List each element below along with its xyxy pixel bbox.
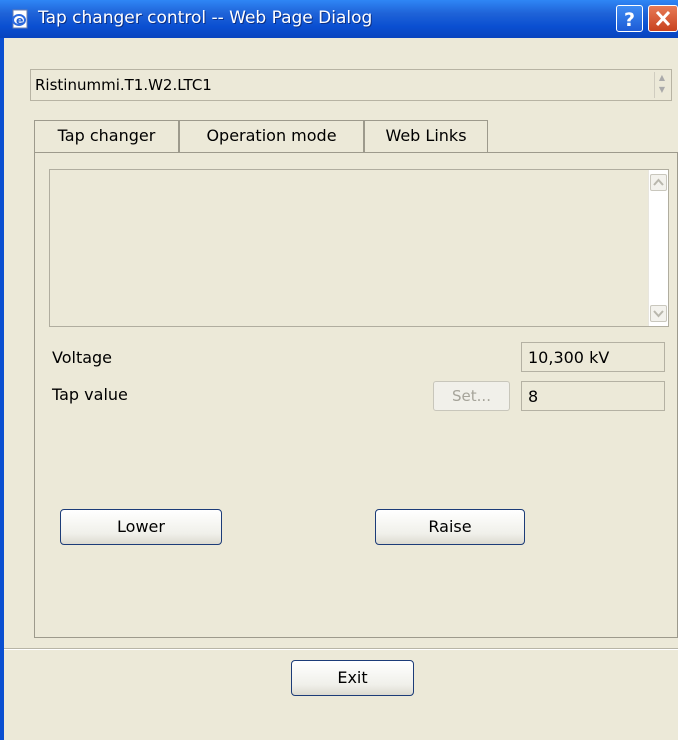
window-title: Tap changer control -- Web Page Dialog	[38, 8, 373, 28]
ie-page-icon: e	[12, 9, 28, 29]
tab-tap-changer[interactable]: Tap changer	[34, 120, 179, 154]
tap-value-field[interactable]: 8	[521, 381, 665, 411]
svg-text:e: e	[16, 14, 23, 27]
raise-button[interactable]: Raise	[375, 509, 525, 545]
svg-text:?: ?	[624, 9, 635, 31]
scroll-up-button[interactable]	[650, 174, 667, 191]
title-bar[interactable]: e Tap changer control -- Web Page Dialog…	[0, 0, 678, 38]
close-button[interactable]	[648, 5, 678, 32]
scroll-down-button[interactable]	[650, 305, 667, 322]
dialog-window: e Tap changer control -- Web Page Dialog…	[0, 0, 678, 740]
tab-operation-mode[interactable]: Operation mode	[179, 120, 364, 152]
exit-button[interactable]: Exit	[291, 660, 414, 696]
chevron-down-icon	[653, 310, 664, 318]
tap-value: 8	[528, 387, 539, 406]
voltage-label: Voltage	[52, 348, 113, 367]
spin-up-icon[interactable]: ▲	[655, 72, 669, 84]
object-spinner[interactable]: ▲ ▼	[654, 72, 669, 98]
footer-divider-highlight	[4, 649, 678, 650]
object-selector[interactable]: Ristinummi.T1.W2.LTC1 ▲ ▼	[30, 69, 672, 101]
help-icon: ?	[624, 9, 635, 31]
message-area[interactable]	[49, 169, 669, 327]
lower-button[interactable]: Lower	[60, 509, 222, 545]
voltage-field: 10,300 kV	[521, 342, 665, 372]
tab-web-links[interactable]: Web Links	[364, 120, 488, 152]
set-button[interactable]: Set...	[433, 381, 510, 411]
tap-value-label: Tap value	[52, 385, 128, 404]
chevron-up-icon	[653, 178, 664, 186]
help-button[interactable]: ?	[616, 5, 643, 32]
close-icon	[655, 10, 671, 27]
message-scrollbar[interactable]	[648, 170, 668, 326]
voltage-value: 10,300 kV	[528, 348, 610, 367]
spin-down-icon[interactable]: ▼	[655, 84, 669, 96]
object-name: Ristinummi.T1.W2.LTC1	[35, 76, 212, 94]
